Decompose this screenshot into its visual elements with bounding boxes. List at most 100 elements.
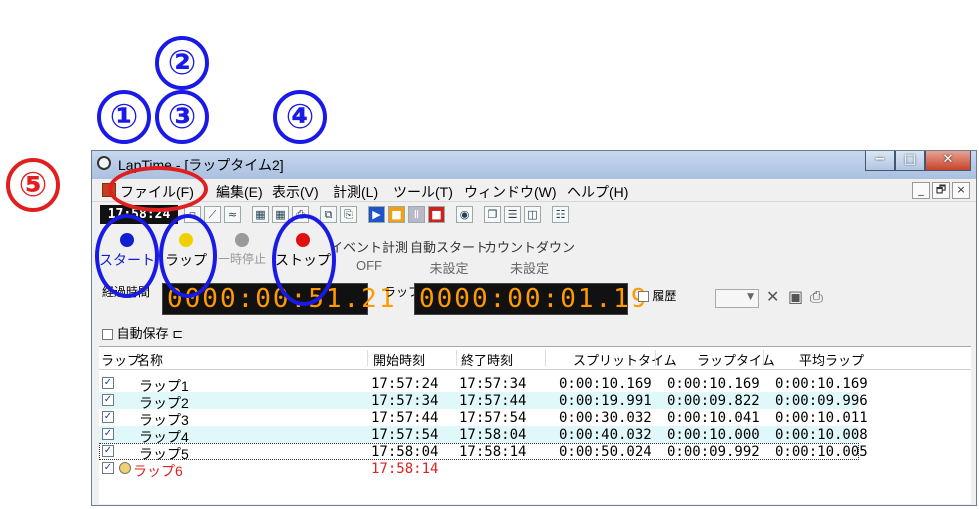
maximize-button[interactable]: □ xyxy=(895,151,925,171)
menu-tools[interactable]: ツール(T) xyxy=(393,182,453,202)
table-row[interactable]: ✓ ラップ5 17:58:04 17:58:14 0:00:50.024 0:0… xyxy=(99,443,868,462)
mdi-restore-button[interactable]: 🗗 xyxy=(932,182,950,199)
row-split: 0:00:19.991 xyxy=(559,393,652,409)
toolbar-list-icon[interactable]: ☷ xyxy=(552,206,569,223)
row-avg: 0:00:10.011 xyxy=(775,410,868,426)
row-start: 17:57:54 xyxy=(371,427,439,443)
toolbar-cascade-icon[interactable]: ❐ xyxy=(484,206,501,223)
row-split: 0:00:50.024 xyxy=(559,444,652,460)
countdown-label: カウントダウン xyxy=(484,240,576,255)
row-checkbox[interactable]: ✓ xyxy=(102,377,114,389)
row-start: 17:58:04 xyxy=(371,444,439,460)
mdi-minimize-button[interactable]: _ xyxy=(912,182,930,199)
table-row[interactable]: ✓ ラップ3 17:57:44 17:57:54 0:00:30.032 0:0… xyxy=(99,409,868,428)
toolbar-export-icon[interactable]: ▦ xyxy=(252,206,269,223)
gray-dot-icon xyxy=(235,233,249,247)
stopwatch-icon xyxy=(97,156,111,170)
toolbar-lap-icon[interactable]: ■ xyxy=(388,206,405,223)
folder-icon[interactable]: ⊏ xyxy=(172,326,183,341)
row-end: 17:58:04 xyxy=(459,427,527,443)
annotation-ring-lap xyxy=(159,214,217,298)
row-checkbox[interactable]: ✓ xyxy=(102,411,114,423)
row-start: 17:57:24 xyxy=(371,376,439,392)
lap-list[interactable]: ラップ 名称 開始時刻 終了時刻 スプリットタイム ラップタイム 平均ラップ ✓… xyxy=(99,346,971,504)
toolbar-stop-icon[interactable]: ■ xyxy=(428,206,445,223)
title-bar: LapTime - [ラップタイム2] − □ ✕ xyxy=(92,151,976,179)
auto-start-label: 自動スタート xyxy=(410,240,489,255)
menu-help[interactable]: ヘルプ(H) xyxy=(567,182,628,202)
row-lap: 0:00:09.822 xyxy=(667,393,760,409)
header-average-lap[interactable]: 平均ラップ xyxy=(799,350,864,369)
toolbar-alarm-icon[interactable]: ◉ xyxy=(456,206,473,223)
row-start: 17:57:44 xyxy=(371,410,439,426)
row-checkbox[interactable]: ✓ xyxy=(102,394,114,406)
header-name[interactable]: 名称 xyxy=(137,350,163,369)
row-end: 17:57:44 xyxy=(459,393,527,409)
autosave-checkbox[interactable]: 自動保存 ⊏ xyxy=(102,323,183,342)
print-icon[interactable]: ⎙ xyxy=(810,287,823,307)
annotation-ring-start xyxy=(95,214,159,298)
toolbar-refresh-icon[interactable]: ≈ xyxy=(224,206,241,223)
header-end-time[interactable]: 終了時刻 xyxy=(461,350,513,369)
annotation-2: ② xyxy=(155,36,209,90)
menu-view[interactable]: 表示(V) xyxy=(272,182,319,202)
history-checkbox[interactable]: 履歴 xyxy=(638,287,676,304)
row-avg: 0:00:10.005 xyxy=(775,444,868,460)
event-measure-value: OFF xyxy=(356,258,382,273)
row-avg: 0:00:09.996 xyxy=(775,393,868,409)
menu-window[interactable]: ウィンドウ(W) xyxy=(464,182,557,202)
chevron-down-icon: ▼ xyxy=(747,292,754,302)
lap-time-display: 0000:00:01.19 xyxy=(414,283,647,315)
countdown-status[interactable]: カウントダウン 未設定 xyxy=(484,237,575,277)
close-button[interactable]: ✕ xyxy=(925,151,971,171)
annotation-3: ③ xyxy=(155,90,209,144)
laptime-window: LapTime - [ラップタイム2] − □ ✕ ファイル(F) 編集(E) … xyxy=(91,150,977,506)
toolbar-tile-vertical-icon[interactable]: ◫ xyxy=(524,206,541,223)
pause-button[interactable]: 一時停止 xyxy=(212,233,272,267)
row-avg: 0:00:10.008 xyxy=(775,427,868,443)
table-row[interactable]: ✓ ラップ4 17:57:54 17:58:04 0:00:40.032 0:0… xyxy=(99,426,868,445)
header-split-time[interactable]: スプリットタイム xyxy=(573,350,677,369)
history-select[interactable]: ▼ xyxy=(715,289,759,308)
row-split: 0:00:30.032 xyxy=(559,410,652,426)
header-start-time[interactable]: 開始時刻 xyxy=(373,350,425,369)
row-start: 17:57:34 xyxy=(371,393,439,409)
row-checkbox[interactable]: ✓ xyxy=(102,445,114,457)
menu-edit[interactable]: 編集(E) xyxy=(216,182,263,202)
export-excel-icon[interactable]: ▣ xyxy=(788,287,803,306)
row-lap: 0:00:10.169 xyxy=(667,376,760,392)
annotation-ring-stop xyxy=(272,214,336,306)
row-end: 17:57:34 xyxy=(459,376,527,392)
menu-bar: ファイル(F) 編集(E) 表示(V) 計測(L) ツール(T) ウィンドウ(W… xyxy=(92,179,976,202)
lap-list-header: ラップ 名称 開始時刻 終了時刻 スプリットタイム ラップタイム 平均ラップ xyxy=(99,347,971,370)
row-split: 0:00:40.032 xyxy=(559,427,652,443)
row-avg: 0:00:10.169 xyxy=(775,376,868,392)
table-row[interactable]: ✓ ラップ1 17:57:24 17:57:34 0:00:10.169 0:0… xyxy=(99,375,868,394)
annotation-1: ① xyxy=(97,90,151,144)
row-end: 17:57:54 xyxy=(459,410,527,426)
event-measure-label: イベント計測 xyxy=(330,240,409,255)
table-row[interactable]: ✓ ラップ2 17:57:34 17:57:44 0:00:19.991 0:0… xyxy=(99,392,868,411)
minimize-button[interactable]: − xyxy=(865,151,895,171)
toolbar-start-icon[interactable]: ▶ xyxy=(368,206,385,223)
clear-history-icon[interactable]: ✕ xyxy=(766,287,779,306)
row-lap: 0:00:09.992 xyxy=(667,444,760,460)
toolbar-tile-horizontal-icon[interactable]: ☰ xyxy=(504,206,521,223)
toolbar-paste-icon[interactable]: ⎘ xyxy=(340,206,357,223)
annotation-5: ⑤ xyxy=(6,158,60,212)
row-checkbox[interactable]: ✓ xyxy=(102,462,114,474)
running-stopwatch-icon xyxy=(119,462,131,474)
auto-start-status[interactable]: 自動スタート 未設定 xyxy=(410,237,488,277)
menu-measure[interactable]: 計測(L) xyxy=(333,182,378,202)
row-lap: 0:00:10.000 xyxy=(667,427,760,443)
row-checkbox[interactable]: ✓ xyxy=(102,428,114,440)
toolbar-chart-icon[interactable]: ⟋ xyxy=(204,206,221,223)
header-lap[interactable]: ラップ xyxy=(101,350,140,369)
table-row-current[interactable]: ✓ ラップ6 17:58:14 xyxy=(99,460,859,479)
toolbar-copy-icon[interactable]: ⧉ xyxy=(320,206,337,223)
toolbar-pause-icon[interactable]: Ⅱ xyxy=(408,206,425,223)
row-split: 0:00:10.169 xyxy=(559,376,652,392)
event-measure-status[interactable]: イベント計測 OFF xyxy=(330,237,408,273)
mdi-close-button[interactable]: × xyxy=(952,182,970,199)
pause-label: 一時停止 xyxy=(217,252,266,266)
